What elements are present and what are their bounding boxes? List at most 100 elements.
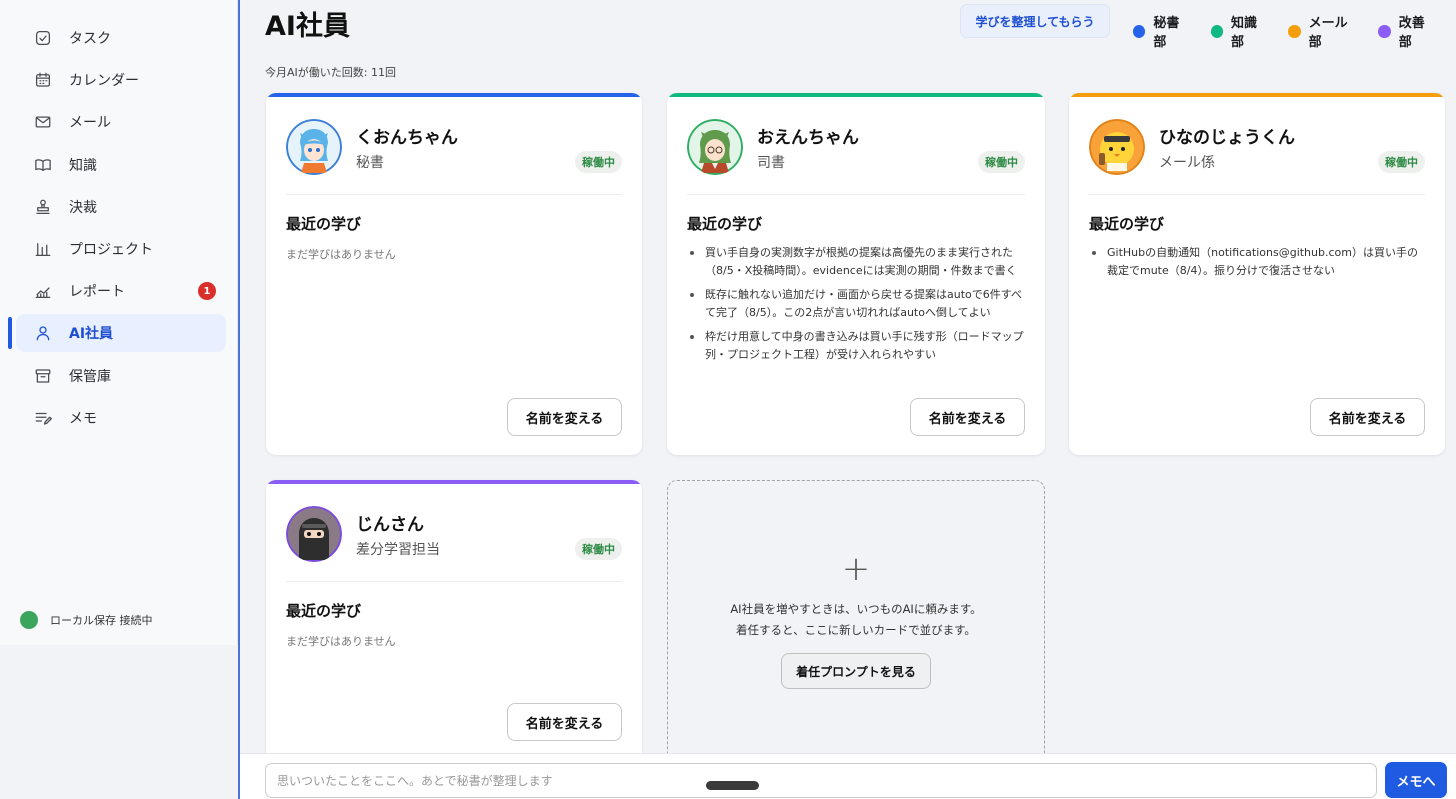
- sidebar-item-label: 決裁: [69, 199, 97, 216]
- learning-item: 枠だけ用意して中身の書き込みは買い手に残す形（ロードマップ列・プロジェクト工程）…: [687, 328, 1027, 364]
- organize-learnings-button[interactable]: 学びを整理してもらう: [960, 4, 1110, 38]
- legend-dot: [1210, 24, 1224, 38]
- status-badge: 稼働中: [1378, 151, 1425, 173]
- card-color-bar: [266, 480, 642, 484]
- memo-submit-button[interactable]: メモへ: [1385, 762, 1447, 798]
- status-badge: 稼働中: [575, 538, 622, 560]
- learning-item: 既存に触れない追加だけ・画面から戻せる提案はautoで6件すべて完了（8/5）。…: [687, 286, 1027, 322]
- archive-icon: [34, 367, 52, 385]
- rename-button[interactable]: 名前を変える: [507, 398, 622, 436]
- avatar: [286, 119, 342, 175]
- card-color-bar: [266, 93, 642, 97]
- sidebar-nav: タスク カレンダー メール 知識 決裁 プロジェクト レポート 1 AI社員 保…: [8, 19, 226, 441]
- plus-icon: +: [841, 549, 871, 589]
- employee-role: 差分学習担当: [356, 542, 440, 558]
- sidebar-item-mail[interactable]: メール: [16, 103, 226, 141]
- reports-count-badge: 1: [198, 282, 216, 301]
- legend-item-improvement: 改善部: [1378, 12, 1436, 50]
- card-divider: [687, 194, 1025, 195]
- employee-name: くおんちゃん: [356, 128, 458, 148]
- legend-label: 知識部: [1231, 16, 1258, 50]
- no-learnings-text: まだ学びはありません: [286, 635, 396, 648]
- mail-icon: [34, 113, 52, 131]
- recent-learnings-heading: 最近の学び: [286, 215, 362, 233]
- rename-button[interactable]: 名前を変える: [507, 703, 622, 741]
- rename-button[interactable]: 名前を変える: [910, 398, 1025, 436]
- page-title: AI社員: [265, 11, 350, 42]
- card-color-bar: [1069, 93, 1445, 97]
- status-badge: 稼働中: [978, 151, 1025, 173]
- sidebar-item-label: カレンダー: [69, 73, 139, 90]
- recent-learnings-heading: 最近の学び: [286, 602, 362, 620]
- sidebar-item-label: タスク: [69, 31, 111, 47]
- task-check-icon: [34, 29, 52, 47]
- employee-card-hinanojou: ひなのじょうくん メール係 稼働中 最近の学び GitHubの自動通知（noti…: [1069, 93, 1445, 455]
- legend-item-knowledge: 知識部: [1210, 12, 1269, 50]
- line-chart-icon: [34, 282, 52, 300]
- sidebar-item-projects[interactable]: プロジェクト: [16, 230, 226, 268]
- connection-status-label: ローカル保存 接続中: [50, 614, 153, 627]
- sidebar-item-reports[interactable]: レポート 1: [16, 272, 226, 310]
- card-color-bar: [667, 93, 1045, 97]
- sidebar-item-label: 保管庫: [69, 368, 111, 385]
- card-divider: [286, 581, 622, 582]
- sidebar-item-label: メール: [69, 115, 111, 132]
- avatar: [1089, 119, 1145, 175]
- sidebar-item-label: 知識: [69, 157, 97, 174]
- sidebar: タスク カレンダー メール 知識 決裁 プロジェクト レポート 1 AI社員 保…: [0, 0, 238, 645]
- connection-status: ローカル保存 接続中: [20, 611, 153, 629]
- connection-status-dot: [20, 611, 38, 629]
- avatar: [286, 506, 342, 562]
- employee-role: メール係: [1159, 155, 1215, 171]
- rename-button[interactable]: 名前を変える: [1310, 398, 1425, 436]
- recent-learnings-heading: 最近の学び: [1089, 215, 1165, 233]
- person-icon: [34, 324, 52, 342]
- card-divider: [1089, 194, 1425, 195]
- legend-dot: [1133, 24, 1146, 38]
- drag-handle[interactable]: [706, 781, 759, 790]
- learnings-list: GitHubの自動通知（notifications@github.com）は買い…: [1089, 244, 1427, 286]
- recent-learnings-heading: 最近の学び: [687, 215, 763, 233]
- legend-item-secretary: 秘書部: [1133, 12, 1191, 50]
- legend-label: メール部: [1308, 16, 1348, 50]
- sidebar-item-label: メモ: [69, 410, 97, 427]
- avatar: [687, 119, 743, 175]
- memo-bar: 思いついたことをここへ。あとで秘書が整理します メモへ: [240, 753, 1456, 799]
- ai-work-count: 今月AIが働いた回数: 11回: [265, 66, 396, 79]
- main-content: AI社員 学びを整理してもらう 秘書部 知識部 メール部 改善部 今月AIが働い…: [240, 0, 1456, 799]
- learnings-list: 買い手自身の実測数字が根拠の提案は高優先のまま実行された（8/5・X投稿時間）。…: [687, 244, 1027, 370]
- memo-icon: [34, 409, 52, 427]
- learning-item: GitHubの自動通知（notifications@github.com）は買い…: [1089, 244, 1427, 280]
- learning-item: 買い手自身の実測数字が根拠の提案は高優先のまま実行された（8/5・X投稿時間）。…: [687, 244, 1027, 280]
- sidebar-item-calendar[interactable]: カレンダー: [16, 61, 226, 99]
- add-employee-help-line: AI社員を増やすときは、いつものAIに頼みます。: [730, 602, 982, 616]
- stamp-icon: [34, 198, 52, 216]
- legend-label: 改善部: [1398, 16, 1425, 50]
- calendar-icon: [34, 71, 52, 89]
- sidebar-item-label: プロジェクト: [69, 241, 153, 258]
- employee-card-kuon: くおんちゃん 秘書 稼働中 最近の学び まだ学びはありません 名前を変える: [266, 93, 642, 455]
- legend-label: 秘書部: [1153, 16, 1180, 50]
- legend-item-mail: メール部: [1288, 12, 1358, 50]
- employee-role: 司書: [757, 155, 785, 171]
- sidebar-item-approval[interactable]: 決裁: [16, 188, 226, 226]
- employee-name: じんさん: [356, 515, 424, 535]
- sidebar-item-tasks[interactable]: タスク: [16, 19, 226, 57]
- sidebar-item-memo[interactable]: メモ: [16, 399, 226, 437]
- employee-name: おえんちゃん: [757, 128, 859, 148]
- book-icon: [34, 156, 52, 174]
- view-onboarding-prompt-button[interactable]: 着任プロンプトを見る: [781, 653, 931, 689]
- sidebar-item-archive[interactable]: 保管庫: [16, 357, 226, 395]
- employee-role: 秘書: [356, 155, 384, 171]
- bar-chart-icon: [34, 240, 52, 258]
- sidebar-item-label: AI社員: [69, 326, 114, 343]
- add-employee-help-line: 着任すると、ここに新しいカードで並びます。: [736, 623, 976, 637]
- add-employee-help: AI社員を増やすときは、いつものAIに頼みます。 着任すると、ここに新しいカード…: [668, 599, 1044, 641]
- legend-dot: [1288, 24, 1301, 38]
- memo-input[interactable]: 思いついたことをここへ。あとで秘書が整理します: [265, 763, 1377, 798]
- status-badge: 稼働中: [575, 151, 622, 173]
- sidebar-item-knowledge[interactable]: 知識: [16, 146, 226, 184]
- department-legend: 秘書部 知識部 メール部 改善部: [1133, 12, 1456, 50]
- sidebar-item-ai-employees[interactable]: AI社員: [8, 314, 226, 353]
- employee-card-jin: じんさん 差分学習担当 稼働中 最近の学び まだ学びはありません 名前を変える: [266, 480, 642, 780]
